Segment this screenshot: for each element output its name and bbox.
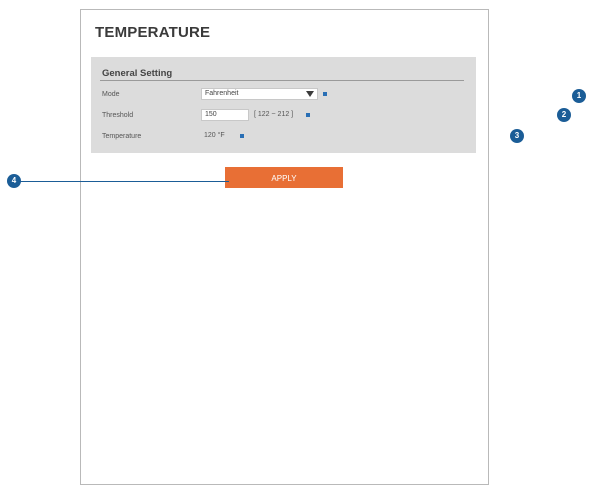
mode-label: Mode — [102, 91, 120, 98]
threshold-value: 150 — [205, 111, 217, 118]
temperature-label: Temperature — [102, 133, 142, 140]
threshold-marker-icon — [306, 113, 310, 117]
mode-marker-icon — [323, 92, 327, 96]
callout-4-leader-line — [20, 181, 229, 182]
section-title: General Setting — [102, 68, 173, 79]
section-divider — [100, 80, 464, 81]
general-setting-panel: General Setting Mode Fahrenheit Threshol… — [91, 57, 476, 153]
dropdown-arrow-icon[interactable] — [306, 91, 314, 97]
mode-select-value: Fahrenheit — [205, 90, 239, 97]
callout-2-icon: 2 — [557, 108, 571, 122]
threshold-range: [ 122 ~ 212 ] — [254, 111, 294, 118]
threshold-label: Threshold — [102, 112, 134, 119]
temperature-value: 120 °F — [204, 132, 225, 139]
temperature-marker-icon — [240, 134, 244, 138]
callout-1-icon: 1 — [572, 89, 586, 103]
callout-3-icon: 3 — [510, 129, 524, 143]
apply-button[interactable]: APPLY — [225, 167, 343, 188]
mode-select[interactable]: Fahrenheit — [201, 88, 318, 100]
callout-4-icon: 4 — [7, 174, 21, 188]
page-title: TEMPERATURE — [95, 24, 211, 41]
threshold-input[interactable]: 150 — [201, 109, 249, 121]
